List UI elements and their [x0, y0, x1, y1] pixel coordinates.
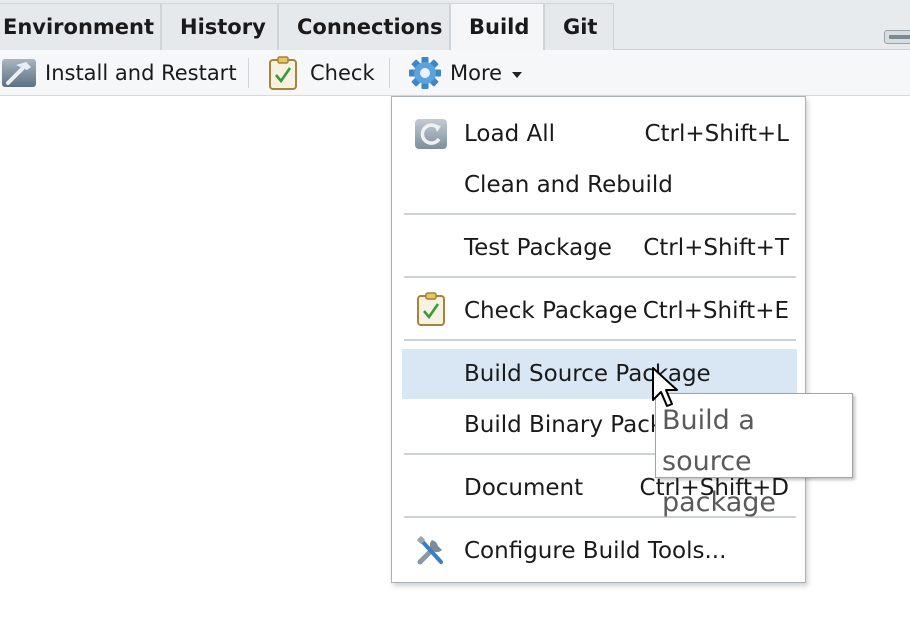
menu-item-label: Load All	[464, 121, 556, 147]
menu-item-label: Configure Build Tools...	[464, 538, 727, 564]
menu-item-shortcut: Ctrl+Shift+E	[642, 298, 789, 324]
menu-item-build-source-package[interactable]: Build Source Package	[402, 349, 797, 399]
menu-divider	[404, 213, 796, 215]
menu-item-test-package[interactable]: Test Package Ctrl+Shift+T	[402, 223, 797, 273]
tooltip: Build a source package	[655, 393, 853, 518]
gear-icon	[409, 57, 441, 89]
reload-icon	[415, 119, 447, 149]
hammer-icon	[2, 59, 36, 87]
minimize-pane-button[interactable]	[884, 30, 910, 44]
menu-item-clean-and-rebuild[interactable]: Clean and Rebuild	[402, 160, 797, 210]
more-menu-button[interactable]: More	[408, 50, 523, 96]
menu-divider	[404, 339, 796, 341]
clipboard-check-icon	[269, 56, 297, 90]
install-and-restart-label: Install and Restart	[45, 61, 237, 85]
menu-item-load-all[interactable]: Load All Ctrl+Shift+L	[402, 109, 797, 159]
toolbar-divider	[389, 58, 390, 88]
tab-build[interactable]: Build	[450, 3, 544, 51]
tab-environment[interactable]: Environment	[0, 3, 161, 50]
menu-item-check-package[interactable]: Check Package Ctrl+Shift+E	[402, 286, 797, 336]
mouse-cursor-icon	[652, 367, 678, 407]
install-and-restart-button[interactable]: Install and Restart	[2, 50, 237, 96]
menu-item-shortcut: Ctrl+Shift+T	[643, 235, 789, 261]
check-label: Check	[310, 61, 375, 85]
menu-item-configure-build-tools[interactable]: Configure Build Tools...	[402, 526, 797, 576]
check-button[interactable]: Check	[268, 50, 375, 96]
tab-git[interactable]: Git	[544, 3, 614, 50]
menu-item-label: Clean and Rebuild	[464, 172, 673, 198]
more-label: More	[450, 61, 503, 85]
clipboard-check-icon	[417, 292, 445, 326]
tools-icon	[417, 536, 443, 565]
toolbar-divider	[248, 58, 249, 88]
tab-history[interactable]: History	[161, 3, 278, 50]
menu-item-label: Test Package	[464, 235, 612, 261]
build-toolbar: Install and Restart Check More	[0, 50, 910, 96]
menu-item-label: Document	[464, 475, 584, 501]
menu-divider	[404, 276, 796, 278]
tab-connections[interactable]: Connections	[278, 3, 450, 50]
chevron-down-icon	[512, 72, 523, 78]
menu-item-shortcut: Ctrl+Shift+L	[644, 121, 789, 147]
menu-item-label: Check Package	[464, 298, 638, 324]
pane-tab-bar: Environment History Connections Build Gi…	[0, 0, 910, 51]
